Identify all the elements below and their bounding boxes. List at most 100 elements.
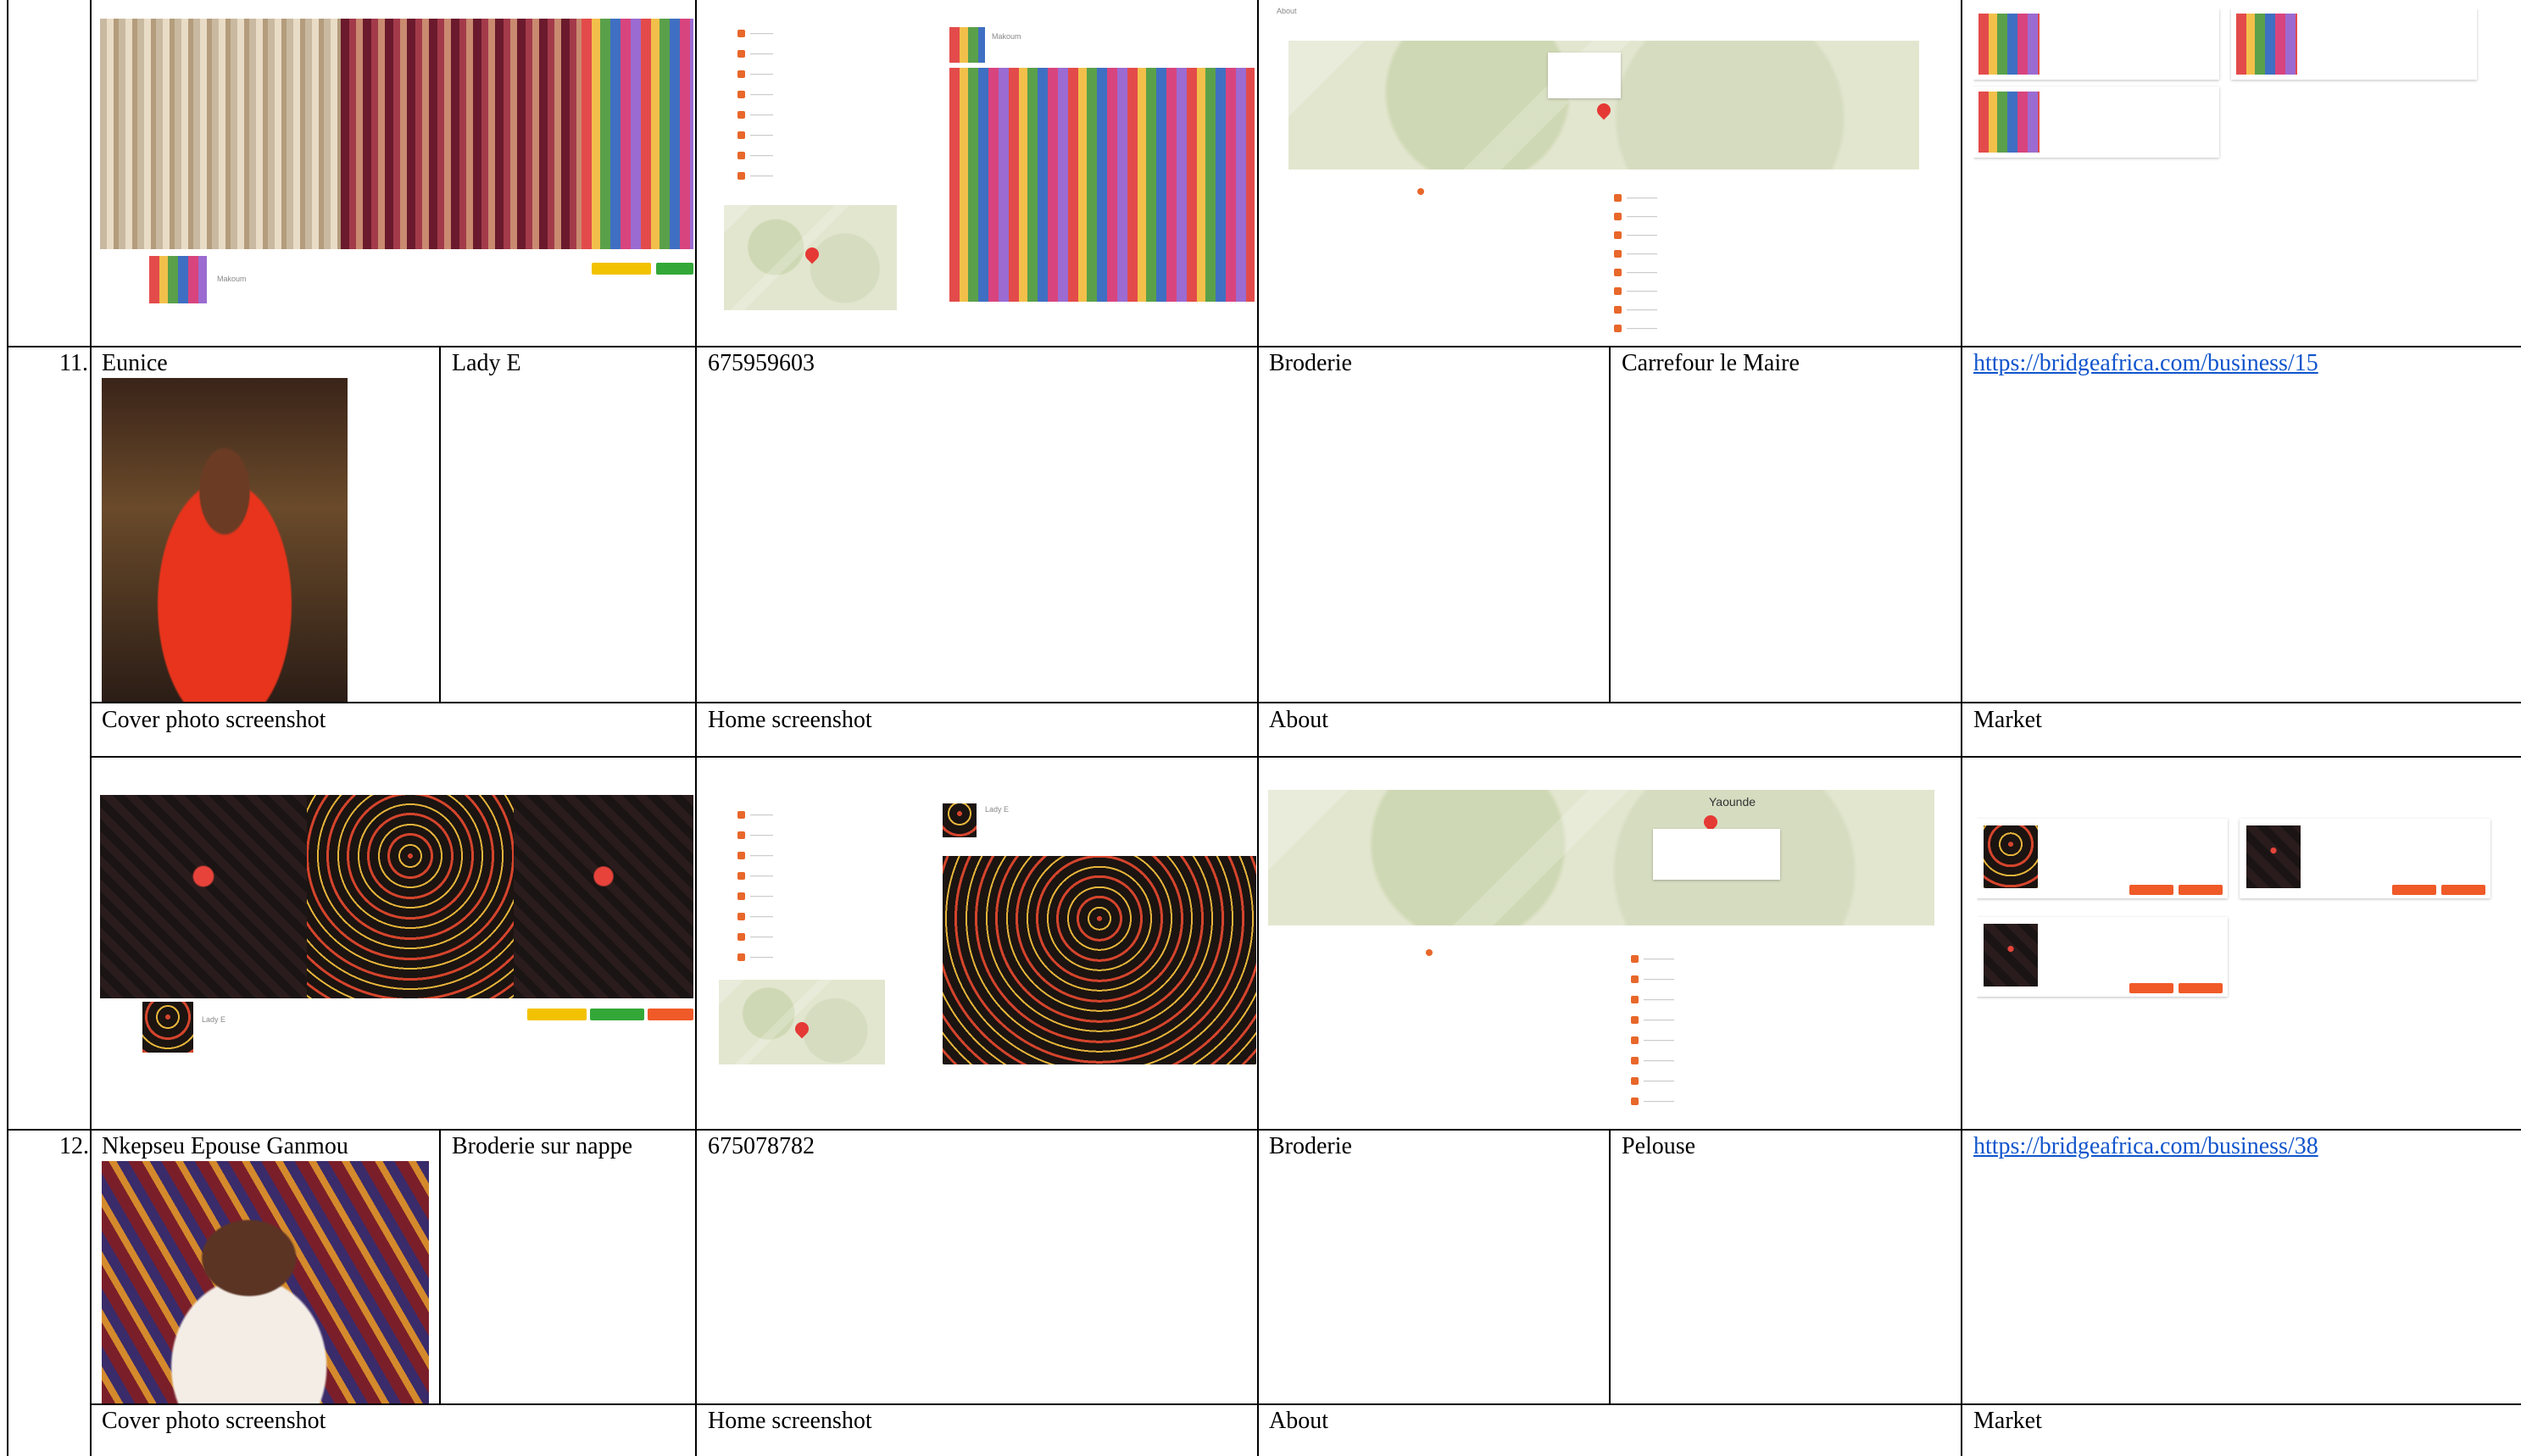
menu-row: ———: [737, 831, 773, 840]
menu-row: ———: [737, 90, 773, 99]
yellow-button: [592, 263, 651, 275]
menu-row: ———: [737, 171, 773, 181]
table-border-left: [7, 0, 8, 1456]
table-border: [695, 0, 697, 1456]
product-thumbnail: [2236, 14, 2297, 75]
orange-button: [648, 1009, 693, 1020]
table-border: [90, 756, 2521, 758]
info-row: ————: [1631, 1036, 1674, 1045]
location: Pelouse: [1622, 1133, 1696, 1159]
menu-row: ———: [737, 953, 773, 962]
post-image: [943, 856, 1256, 1064]
product-card: [2240, 819, 2490, 898]
info-row: ————: [1614, 305, 1657, 314]
vendor-photo: [102, 378, 348, 702]
menu-row: ———: [737, 810, 773, 820]
product-card: [1977, 819, 2228, 898]
table-border: [90, 702, 2521, 703]
cover-image: [514, 795, 693, 998]
curtain-image: [582, 19, 693, 249]
product-thumbnail: [1978, 14, 2040, 75]
location-dot-icon: [1426, 949, 1433, 956]
order-button: [2129, 885, 2173, 895]
business-name-mini: Lady E: [202, 1015, 226, 1024]
vendor-photo: [102, 1161, 429, 1403]
yellow-button: [527, 1009, 587, 1020]
info-row: ————: [1631, 1076, 1674, 1086]
menu-row: ———: [737, 871, 773, 881]
market-screenshot: [1977, 790, 2494, 1017]
info-row: ————: [1614, 268, 1657, 277]
home-screenshot: ——— ——— ——— ——— ——— ——— ——— ——— Lady E: [712, 793, 1256, 1064]
table-border: [1609, 1131, 1611, 1405]
product-card: [1973, 86, 2219, 158]
info-row: ————: [1614, 231, 1657, 240]
home-screenshot: ——— ——— ——— ——— ——— ——— ——— ——— Makoum: [712, 15, 1255, 312]
menu-row: ———: [737, 131, 773, 140]
profile-thumbnail: [943, 803, 977, 837]
location: Carrefour le Maire: [1622, 350, 1800, 376]
product-thumbnail: [1984, 825, 2038, 888]
category: Broderie: [1269, 1133, 1352, 1159]
map-pin-icon: [802, 244, 822, 264]
label-cover: Cover photo screenshot: [102, 1408, 326, 1434]
curtain-image: [341, 19, 582, 249]
order-button: [2392, 885, 2436, 895]
info-row: ————: [1631, 995, 1674, 1004]
menu-row: ———: [737, 29, 773, 38]
vendor-name: Nkepseu Epouse Ganmou: [102, 1133, 348, 1159]
product-card: [1977, 917, 2228, 997]
menu-row: ———: [737, 49, 773, 58]
green-button: [590, 1009, 644, 1020]
menu-row: ———: [737, 932, 773, 942]
label-about: About: [1269, 707, 1328, 733]
map-city-label: Yaounde: [1709, 795, 1756, 809]
info-row: ————: [1614, 212, 1657, 221]
business-name-mini: Lady E: [985, 805, 1010, 814]
menu-row: ———: [737, 892, 773, 901]
table-border: [439, 1131, 441, 1405]
post-image: [949, 68, 1255, 302]
menu-row: ———: [737, 912, 773, 921]
map-image: [1288, 41, 1919, 169]
info-row: ————: [1631, 1097, 1674, 1106]
table-border: [7, 346, 2521, 347]
vendor-name: Eunice: [102, 350, 168, 376]
table-border: [90, 1403, 2521, 1405]
table-border: [1609, 347, 1611, 703]
info-row: ————: [1614, 286, 1657, 296]
phone-number: 675078782: [708, 1133, 815, 1159]
product-thumbnail: [1978, 92, 2040, 153]
row-number: 12.: [59, 1133, 89, 1159]
profile-thumbnail: [142, 1002, 193, 1053]
cover-image: [307, 795, 514, 998]
map-thumbnail: [719, 980, 885, 1064]
business-name: Lady E: [452, 350, 521, 376]
info-row: ————: [1631, 975, 1674, 984]
business-link[interactable]: https://bridgeafrica.com/business/15: [1973, 350, 2318, 377]
profile-thumbnail: [949, 27, 985, 63]
cart-button: [2179, 885, 2223, 895]
row-number: 11.: [59, 350, 88, 376]
label-market: Market: [1973, 1408, 2042, 1434]
phone-number: 675959603: [708, 350, 815, 376]
product-thumbnail: [1984, 924, 2038, 986]
green-button: [656, 263, 693, 275]
product-card: [2231, 8, 2477, 80]
business-link[interactable]: https://bridgeafrica.com/business/38: [1973, 1133, 2318, 1160]
info-row: ————: [1631, 1056, 1674, 1065]
map-pin-icon: [1594, 100, 1614, 120]
label-market: Market: [1973, 707, 2042, 733]
map-info-card: [1548, 53, 1621, 98]
order-button: [2129, 983, 2173, 993]
menu-row: ———: [737, 151, 773, 160]
table-border: [7, 1129, 2521, 1131]
label-cover: Cover photo screenshot: [102, 707, 326, 733]
market-screenshot: [1973, 8, 2482, 178]
business-name-mini: Makoum: [992, 32, 1021, 41]
cover-screenshot: Lady E: [100, 793, 693, 1056]
business-name: Broderie sur nappe: [452, 1133, 633, 1159]
label-home: Home screenshot: [708, 1408, 872, 1434]
product-thumbnail: [2246, 825, 2301, 888]
category: Broderie: [1269, 350, 1352, 376]
